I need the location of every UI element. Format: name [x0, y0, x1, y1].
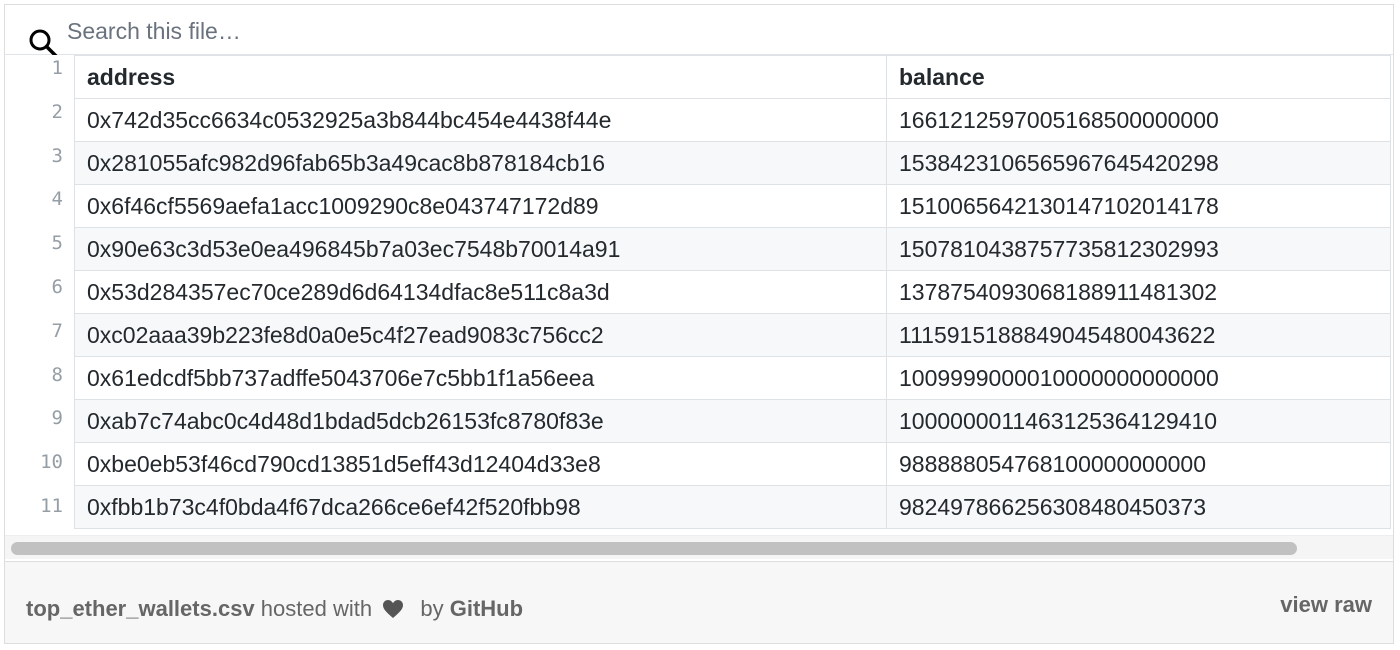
- table-row: 0xfbb1b73c4f0bda4f67dca266ce6ef42f520fbb…: [74, 485, 1391, 529]
- line-number[interactable]: 2: [5, 101, 63, 123]
- address-cell: 0x742d35cc6634c0532925a3b844bc454e4438f4…: [74, 98, 887, 142]
- balance-cell: 1538423106565967645420298: [886, 141, 1391, 185]
- line-number[interactable]: 7: [5, 320, 63, 342]
- line-number-gutter: 1 2 3 4 5 6 7 8 9 10 11: [5, 55, 73, 535]
- view-raw-link[interactable]: view raw: [1280, 592, 1372, 618]
- line-number[interactable]: 11: [5, 495, 63, 517]
- scrollbar-thumb[interactable]: [11, 542, 1297, 555]
- address-cell: 0xc02aaa39b223fe8d0a0e5c4f27ead9083c756c…: [74, 313, 887, 357]
- balance-cell: 1661212597005168500000000: [886, 98, 1391, 142]
- address-cell: 0x281055afc982d96fab65b3a49cac8b878184cb…: [74, 141, 887, 185]
- table-row: 0x90e63c3d53e0ea496845b7a03ec7548b70014a…: [74, 227, 1391, 271]
- hosted-with-text: hosted with: [260, 596, 373, 621]
- address-cell: 0x90e63c3d53e0ea496845b7a03ec7548b70014a…: [74, 227, 887, 271]
- balance-cell: 1507810438757735812302993: [886, 227, 1391, 271]
- balance-cell: 1000000011463125364129410: [886, 399, 1391, 443]
- table-row: 0xbe0eb53f46cd790cd13851d5eff43d12404d33…: [74, 442, 1391, 486]
- line-number[interactable]: 5: [5, 232, 63, 254]
- line-number[interactable]: 10: [5, 451, 63, 473]
- balance-cell: 982497866256308480450373: [886, 485, 1391, 529]
- gist-embed: 1 2 3 4 5 6 7 8 9 10 11 address balance 0x742d35cc…: [4, 4, 1394, 644]
- table-row: 0x281055afc982d96fab65b3a49cac8b878184cb…: [74, 141, 1391, 185]
- address-cell: 0xbe0eb53f46cd790cd13851d5eff43d12404d33…: [74, 442, 887, 486]
- balance-cell: 1115915188849045480043622: [886, 313, 1391, 357]
- address-cell: 0x61edcdf5bb737adffe5043706e7c5bb1f1a56e…: [74, 356, 887, 400]
- heart-icon: [383, 600, 404, 618]
- line-number[interactable]: 9: [5, 407, 63, 429]
- csv-table: address balance 0x742d35cc6634c0532925a3…: [74, 55, 1391, 529]
- line-number[interactable]: 4: [5, 188, 63, 210]
- address-cell: 0x6f46cf5569aefa1acc1009290c8e043747172d…: [74, 184, 887, 228]
- balance-cell: 1009999000010000000000000: [886, 356, 1391, 400]
- line-number[interactable]: 6: [5, 276, 63, 298]
- search-input[interactable]: [63, 13, 771, 49]
- address-cell: 0xab7c74abc0c4d48d1bdad5dcb26153fc8780f8…: [74, 399, 887, 443]
- horizontal-scrollbar[interactable]: [5, 535, 1393, 559]
- address-cell: 0xfbb1b73c4f0bda4f67dca266ce6ef42f520fbb…: [74, 485, 887, 529]
- balance-cell: 1510065642130147102014178: [886, 184, 1391, 228]
- address-cell: 0x53d284357ec70ce289d6d64134dfac8e511c8a…: [74, 270, 887, 314]
- search-bar: [5, 5, 1393, 59]
- line-number[interactable]: 3: [5, 145, 63, 167]
- column-header-address: address: [74, 55, 887, 99]
- filename-link[interactable]: top_ether_wallets.csv: [26, 596, 255, 621]
- table-row: 0x6f46cf5569aefa1acc1009290c8e043747172d…: [74, 184, 1391, 228]
- by-text: by: [420, 596, 444, 621]
- github-link[interactable]: GitHub: [450, 596, 523, 621]
- line-number[interactable]: 8: [5, 364, 63, 386]
- balance-cell: 988888054768100000000000: [886, 442, 1391, 486]
- table-row: 0xc02aaa39b223fe8d0a0e5c4f27ead9083c756c…: [74, 313, 1391, 357]
- line-number[interactable]: 1: [5, 57, 63, 79]
- table-row: 0x53d284357ec70ce289d6d64134dfac8e511c8a…: [74, 270, 1391, 314]
- table-row: 0x742d35cc6634c0532925a3b844bc454e4438f4…: [74, 98, 1391, 142]
- csv-table-area: 1 2 3 4 5 6 7 8 9 10 11 address balance 0x742d35cc…: [5, 55, 1393, 535]
- column-header-balance: balance: [886, 55, 1391, 99]
- table-row: 0xab7c74abc0c4d48d1bdad5dcb26153fc8780f8…: [74, 399, 1391, 443]
- gist-meta: top_ether_wallets.csv hosted with by Git…: [26, 596, 523, 622]
- table-header-row: address balance: [74, 55, 1391, 99]
- table-row: 0x61edcdf5bb737adffe5043706e7c5bb1f1a56e…: [74, 356, 1391, 400]
- balance-cell: 1378754093068188911481302: [886, 270, 1391, 314]
- gist-footer: top_ether_wallets.csv hosted with by Git…: [5, 561, 1393, 643]
